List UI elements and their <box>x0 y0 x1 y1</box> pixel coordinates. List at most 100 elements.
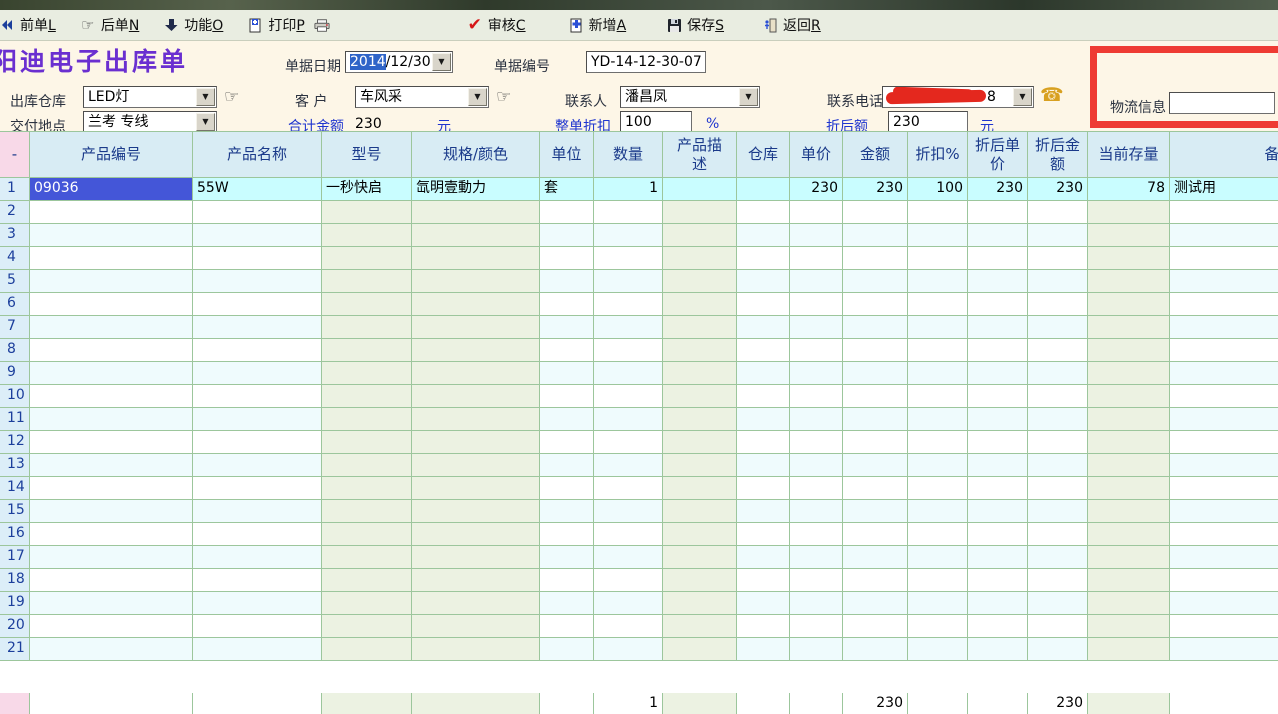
cell-disc_unit_price[interactable] <box>968 500 1028 523</box>
cell-unit[interactable] <box>540 454 594 477</box>
cell-amount[interactable] <box>843 385 908 408</box>
cell-amount[interactable] <box>843 316 908 339</box>
cell-disc_unit_price[interactable] <box>968 454 1028 477</box>
cell-product_code[interactable] <box>30 247 193 270</box>
cell-product_name[interactable] <box>193 569 322 592</box>
cell-qty[interactable] <box>594 523 663 546</box>
doc-no-input[interactable]: YD-14-12-30-07 <box>586 51 706 73</box>
cell-product_name[interactable] <box>193 339 322 362</box>
cell-disc_amount[interactable] <box>1028 385 1088 408</box>
row-number[interactable]: 11 <box>0 408 30 431</box>
cell-product_desc[interactable] <box>663 477 737 500</box>
cell-qty[interactable] <box>594 592 663 615</box>
cell-product_code[interactable]: 09036 <box>30 178 193 201</box>
cell-current_stock[interactable] <box>1088 247 1170 270</box>
cell-model[interactable] <box>322 201 412 224</box>
cell-disc_amount[interactable] <box>1028 316 1088 339</box>
cell-product_code[interactable] <box>30 592 193 615</box>
cell-model[interactable] <box>322 362 412 385</box>
cell-amount[interactable] <box>843 270 908 293</box>
cell-discount_pct[interactable] <box>908 247 968 270</box>
cell-current_stock[interactable] <box>1088 477 1170 500</box>
cell-unit[interactable] <box>540 247 594 270</box>
cell-product_name[interactable] <box>193 224 322 247</box>
cell-qty[interactable] <box>594 224 663 247</box>
row-number[interactable]: 2 <box>0 201 30 224</box>
cell-remark[interactable] <box>1170 546 1278 569</box>
whole-discount-input[interactable]: 100 <box>620 111 692 133</box>
cell-disc_unit_price[interactable] <box>968 569 1028 592</box>
cell-remark[interactable] <box>1170 523 1278 546</box>
cell-current_stock[interactable] <box>1088 615 1170 638</box>
cell-disc_amount[interactable] <box>1028 224 1088 247</box>
cell-unit[interactable] <box>540 615 594 638</box>
cell-current_stock[interactable]: 78 <box>1088 178 1170 201</box>
cell-spec_color[interactable] <box>412 316 540 339</box>
cell-product_desc[interactable] <box>663 431 737 454</box>
cell-amount[interactable] <box>843 500 908 523</box>
cell-remark[interactable] <box>1170 615 1278 638</box>
cell-amount[interactable] <box>843 615 908 638</box>
cell-disc_amount[interactable] <box>1028 546 1088 569</box>
delivery-dropdown-arrow[interactable]: ▼ <box>196 113 215 131</box>
cell-model[interactable] <box>322 431 412 454</box>
cell-qty[interactable] <box>594 293 663 316</box>
cell-unit[interactable]: 套 <box>540 178 594 201</box>
cell-unit_price[interactable] <box>790 362 843 385</box>
row-number[interactable]: 19 <box>0 592 30 615</box>
next-doc-button[interactable]: ☞ 后单N <box>75 13 144 37</box>
cell-discount_pct[interactable] <box>908 454 968 477</box>
cell-qty[interactable] <box>594 477 663 500</box>
cell-product_name[interactable] <box>193 247 322 270</box>
cell-model[interactable] <box>322 477 412 500</box>
cell-unit[interactable] <box>540 638 594 661</box>
cell-qty[interactable] <box>594 500 663 523</box>
row-number[interactable]: 1 <box>0 178 30 201</box>
cell-product_desc[interactable] <box>663 408 737 431</box>
printer-icon[interactable] <box>314 17 330 33</box>
row-number[interactable]: 13 <box>0 454 30 477</box>
row-number[interactable]: 21 <box>0 638 30 661</box>
cell-disc_amount[interactable] <box>1028 523 1088 546</box>
cell-qty[interactable] <box>594 316 663 339</box>
row-number[interactable]: 17 <box>0 546 30 569</box>
cell-model[interactable] <box>322 454 412 477</box>
cell-spec_color[interactable]: 氙明壹動力 <box>412 178 540 201</box>
row-number[interactable]: 3 <box>0 224 30 247</box>
cell-model[interactable] <box>322 247 412 270</box>
cell-unit[interactable] <box>540 431 594 454</box>
cell-discount_pct[interactable]: 100 <box>908 178 968 201</box>
cell-disc_unit_price[interactable] <box>968 270 1028 293</box>
cell-qty[interactable] <box>594 638 663 661</box>
cell-product_code[interactable] <box>30 270 193 293</box>
doc-date-dropdown-arrow[interactable]: ▼ <box>432 53 451 71</box>
cell-spec_color[interactable] <box>412 201 540 224</box>
cell-unit_price[interactable] <box>790 592 843 615</box>
cell-spec_color[interactable] <box>412 500 540 523</box>
cell-product_desc[interactable] <box>663 247 737 270</box>
cell-current_stock[interactable] <box>1088 316 1170 339</box>
cell-warehouse[interactable] <box>737 638 790 661</box>
cell-unit_price[interactable] <box>790 385 843 408</box>
cell-model[interactable] <box>322 615 412 638</box>
cell-model[interactable] <box>322 523 412 546</box>
cell-unit[interactable] <box>540 500 594 523</box>
cell-warehouse[interactable] <box>737 454 790 477</box>
cell-unit_price[interactable]: 230 <box>790 178 843 201</box>
cell-qty[interactable] <box>594 247 663 270</box>
cell-product_code[interactable] <box>30 477 193 500</box>
cell-model[interactable] <box>322 224 412 247</box>
cell-product_code[interactable] <box>30 569 193 592</box>
cell-unit[interactable] <box>540 293 594 316</box>
cell-remark[interactable]: 测试用 <box>1170 178 1278 201</box>
cell-unit[interactable] <box>540 224 594 247</box>
cell-remark[interactable] <box>1170 362 1278 385</box>
cell-discount_pct[interactable] <box>908 431 968 454</box>
cell-product_name[interactable] <box>193 523 322 546</box>
delivery-combo[interactable]: 兰考 专线 ▼ <box>83 111 217 133</box>
cell-remark[interactable] <box>1170 500 1278 523</box>
cell-unit_price[interactable] <box>790 270 843 293</box>
cell-product_desc[interactable] <box>663 546 737 569</box>
cell-amount[interactable] <box>843 408 908 431</box>
cell-qty[interactable] <box>594 546 663 569</box>
